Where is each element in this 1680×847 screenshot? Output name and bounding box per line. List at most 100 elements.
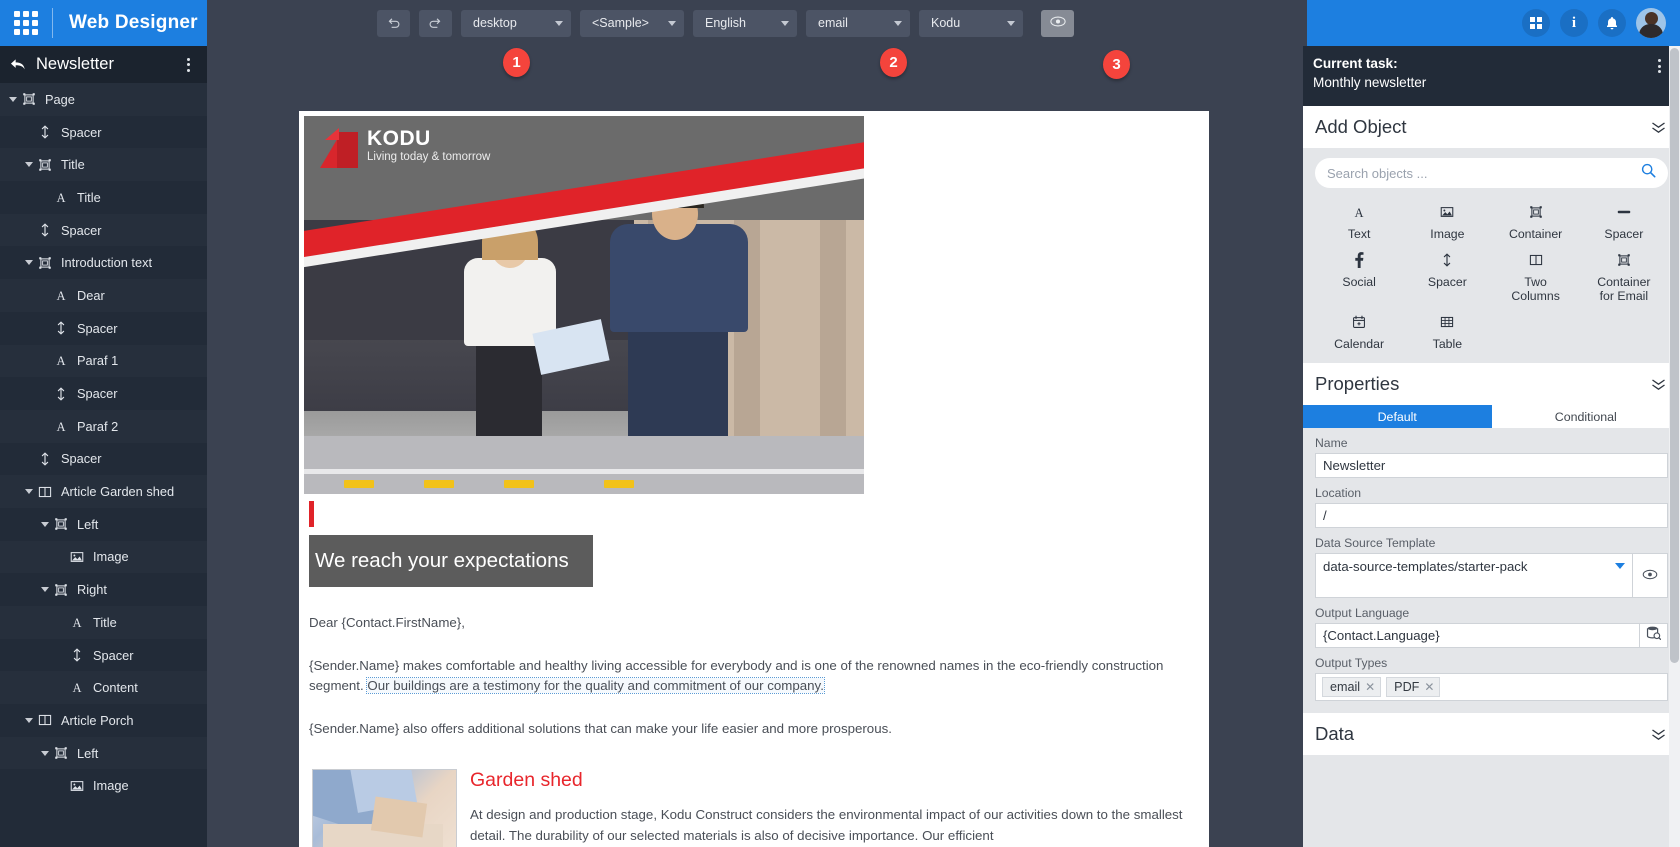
text-icon: A	[1352, 200, 1366, 224]
add-object-calendar[interactable]: Calendar	[1315, 310, 1403, 352]
output-type-chip[interactable]: PDF ✕	[1386, 677, 1441, 697]
output-type-chip[interactable]: email ✕	[1322, 677, 1382, 697]
apps-grid-icon[interactable]	[1522, 9, 1550, 37]
add-object-section-header[interactable]: Add Object	[1303, 106, 1680, 148]
undo-icon[interactable]	[377, 9, 410, 37]
location-input[interactable]	[1323, 508, 1660, 523]
twisty-expanded-icon[interactable]	[22, 260, 36, 266]
add-object-social[interactable]: Social	[1315, 248, 1403, 304]
tree-item-title[interactable]: A Title	[0, 181, 207, 214]
output-language-field[interactable]: {Contact.Language}	[1315, 623, 1640, 648]
tree-item-page[interactable]: Page	[0, 83, 207, 116]
selected-sentence[interactable]: Our buildings are a testimony for the qu…	[366, 677, 825, 695]
data-section-header[interactable]: Data	[1303, 713, 1680, 755]
data-source-template-select[interactable]: data-source-templates/starter-pack	[1315, 553, 1633, 598]
add-object-container-for-email[interactable]: Container for Email	[1580, 248, 1668, 304]
add-object-spacer[interactable]: Spacer	[1403, 248, 1491, 304]
kebab-menu-icon[interactable]	[1650, 59, 1668, 73]
brand-dropdown[interactable]: Kodu	[919, 9, 1023, 37]
search-objects-field[interactable]	[1315, 158, 1668, 188]
preview-button[interactable]	[1041, 9, 1074, 37]
eye-icon	[1642, 567, 1658, 585]
hero-banner[interactable]: KODU Living today & tomorrow	[304, 116, 864, 494]
properties-section-header[interactable]: Properties	[1303, 363, 1680, 405]
article-garden-shed[interactable]: Garden shed At design and production sta…	[312, 769, 1194, 847]
tree-item-left[interactable]: Left	[0, 507, 207, 541]
info-icon[interactable]: i	[1560, 9, 1588, 37]
add-object-image[interactable]: Image	[1403, 200, 1491, 242]
add-object-body: A Text Image Container Spacer Social Spacer Two…	[1303, 148, 1680, 363]
add-object-two-columns[interactable]: Two Columns	[1492, 248, 1580, 304]
twisty-expanded-icon[interactable]	[22, 717, 36, 723]
tree-item-spacer[interactable]: Spacer	[0, 377, 207, 410]
tab-default[interactable]: Default	[1303, 405, 1492, 428]
location-field[interactable]	[1315, 503, 1668, 528]
chevron-collapse-icon[interactable]	[1651, 726, 1666, 743]
document-headline[interactable]: We reach your expectations	[309, 535, 593, 587]
design-canvas[interactable]: 1 2 3 KODU Living today & tomorrow We re…	[207, 46, 1303, 847]
tree-item-title[interactable]: A Title	[0, 606, 207, 639]
twisty-expanded-icon[interactable]	[22, 489, 36, 495]
tree-item-spacer[interactable]: Spacer	[0, 442, 207, 476]
tree-item-spacer[interactable]: Spacer	[0, 213, 207, 247]
tab-conditional[interactable]: Conditional	[1491, 405, 1680, 428]
tree-item-article-porch[interactable]: Article Porch	[0, 704, 207, 737]
close-icon[interactable]: ✕	[1424, 680, 1434, 694]
name-input[interactable]	[1323, 458, 1660, 473]
twisty-expanded-icon[interactable]	[22, 162, 36, 168]
chevron-collapse-icon[interactable]	[1651, 119, 1666, 136]
tree-item-spacer[interactable]: Spacer	[0, 115, 207, 149]
output-language-picker-button[interactable]	[1640, 623, 1668, 648]
article-title[interactable]: Garden shed	[470, 769, 1194, 792]
article-image[interactable]	[312, 769, 457, 847]
output-types-field[interactable]: email ✕ PDF ✕	[1315, 673, 1668, 701]
redo-icon[interactable]	[419, 9, 452, 37]
right-panel-scrollbar-track[interactable]	[1669, 46, 1680, 847]
add-object-table[interactable]: Table	[1403, 310, 1491, 352]
salutation-paragraph[interactable]: Dear {Contact.FirstName},	[309, 613, 1194, 634]
sample-dropdown[interactable]: <Sample>	[580, 9, 684, 37]
tree-item-article-garden-shed[interactable]: Article Garden shed	[0, 475, 207, 508]
add-object-text[interactable]: A Text	[1315, 200, 1403, 242]
device-dropdown[interactable]: desktop	[461, 9, 571, 37]
language-dropdown[interactable]: English	[693, 9, 797, 37]
twisty-expanded-icon[interactable]	[38, 750, 52, 756]
tree-item-image[interactable]: Image	[0, 540, 207, 574]
tree-item-label: Article Garden shed	[61, 484, 175, 500]
tree-item-image[interactable]: Image	[0, 769, 207, 803]
tree-item-spacer[interactable]: Spacer	[0, 311, 207, 345]
right-panel-scrollbar-thumb[interactable]	[1670, 48, 1679, 663]
kebab-menu-icon[interactable]	[179, 57, 197, 72]
paragraph-2[interactable]: {Sender.Name} also offers additional sol…	[309, 719, 1194, 740]
add-object-spacer[interactable]: Spacer	[1580, 200, 1668, 242]
tree-item-content[interactable]: A Content	[0, 671, 207, 705]
hero-photo	[304, 182, 864, 494]
tree-item-title[interactable]: Title	[0, 148, 207, 182]
article-text[interactable]: At design and production stage, Kodu Con…	[470, 805, 1194, 846]
two-columns-icon	[36, 713, 54, 727]
bell-icon[interactable]	[1598, 9, 1626, 37]
search-icon[interactable]	[1641, 163, 1656, 183]
back-arrow-icon[interactable]	[10, 58, 32, 72]
tree-item-right[interactable]: Right	[0, 573, 207, 606]
tree-item-paraf-1[interactable]: A Paraf 1	[0, 344, 207, 378]
search-input[interactable]	[1327, 165, 1641, 181]
close-icon[interactable]: ✕	[1365, 680, 1375, 694]
tree-item-dear[interactable]: A Dear	[0, 279, 207, 312]
apps-grid-icon[interactable]	[0, 11, 52, 35]
data-source-preview-button[interactable]	[1633, 553, 1668, 598]
twisty-expanded-icon[interactable]	[38, 521, 52, 527]
tree-item-paraf-2[interactable]: A Paraf 2	[0, 409, 207, 443]
twisty-expanded-icon[interactable]	[38, 587, 52, 593]
add-object-container[interactable]: Container	[1492, 200, 1580, 242]
output-dropdown[interactable]: email	[806, 9, 910, 37]
avatar[interactable]	[1636, 8, 1666, 38]
chevron-collapse-icon[interactable]	[1651, 376, 1666, 393]
tree-item-left[interactable]: Left	[0, 736, 207, 770]
document-preview[interactable]: KODU Living today & tomorrow We reach yo…	[299, 111, 1209, 847]
twisty-expanded-icon[interactable]	[6, 96, 20, 102]
name-field[interactable]	[1315, 453, 1668, 478]
tree-item-introduction-text[interactable]: Introduction text	[0, 246, 207, 280]
tree-item-spacer[interactable]: Spacer	[0, 638, 207, 672]
paragraph-1[interactable]: {Sender.Name} makes comfortable and heal…	[309, 656, 1194, 697]
